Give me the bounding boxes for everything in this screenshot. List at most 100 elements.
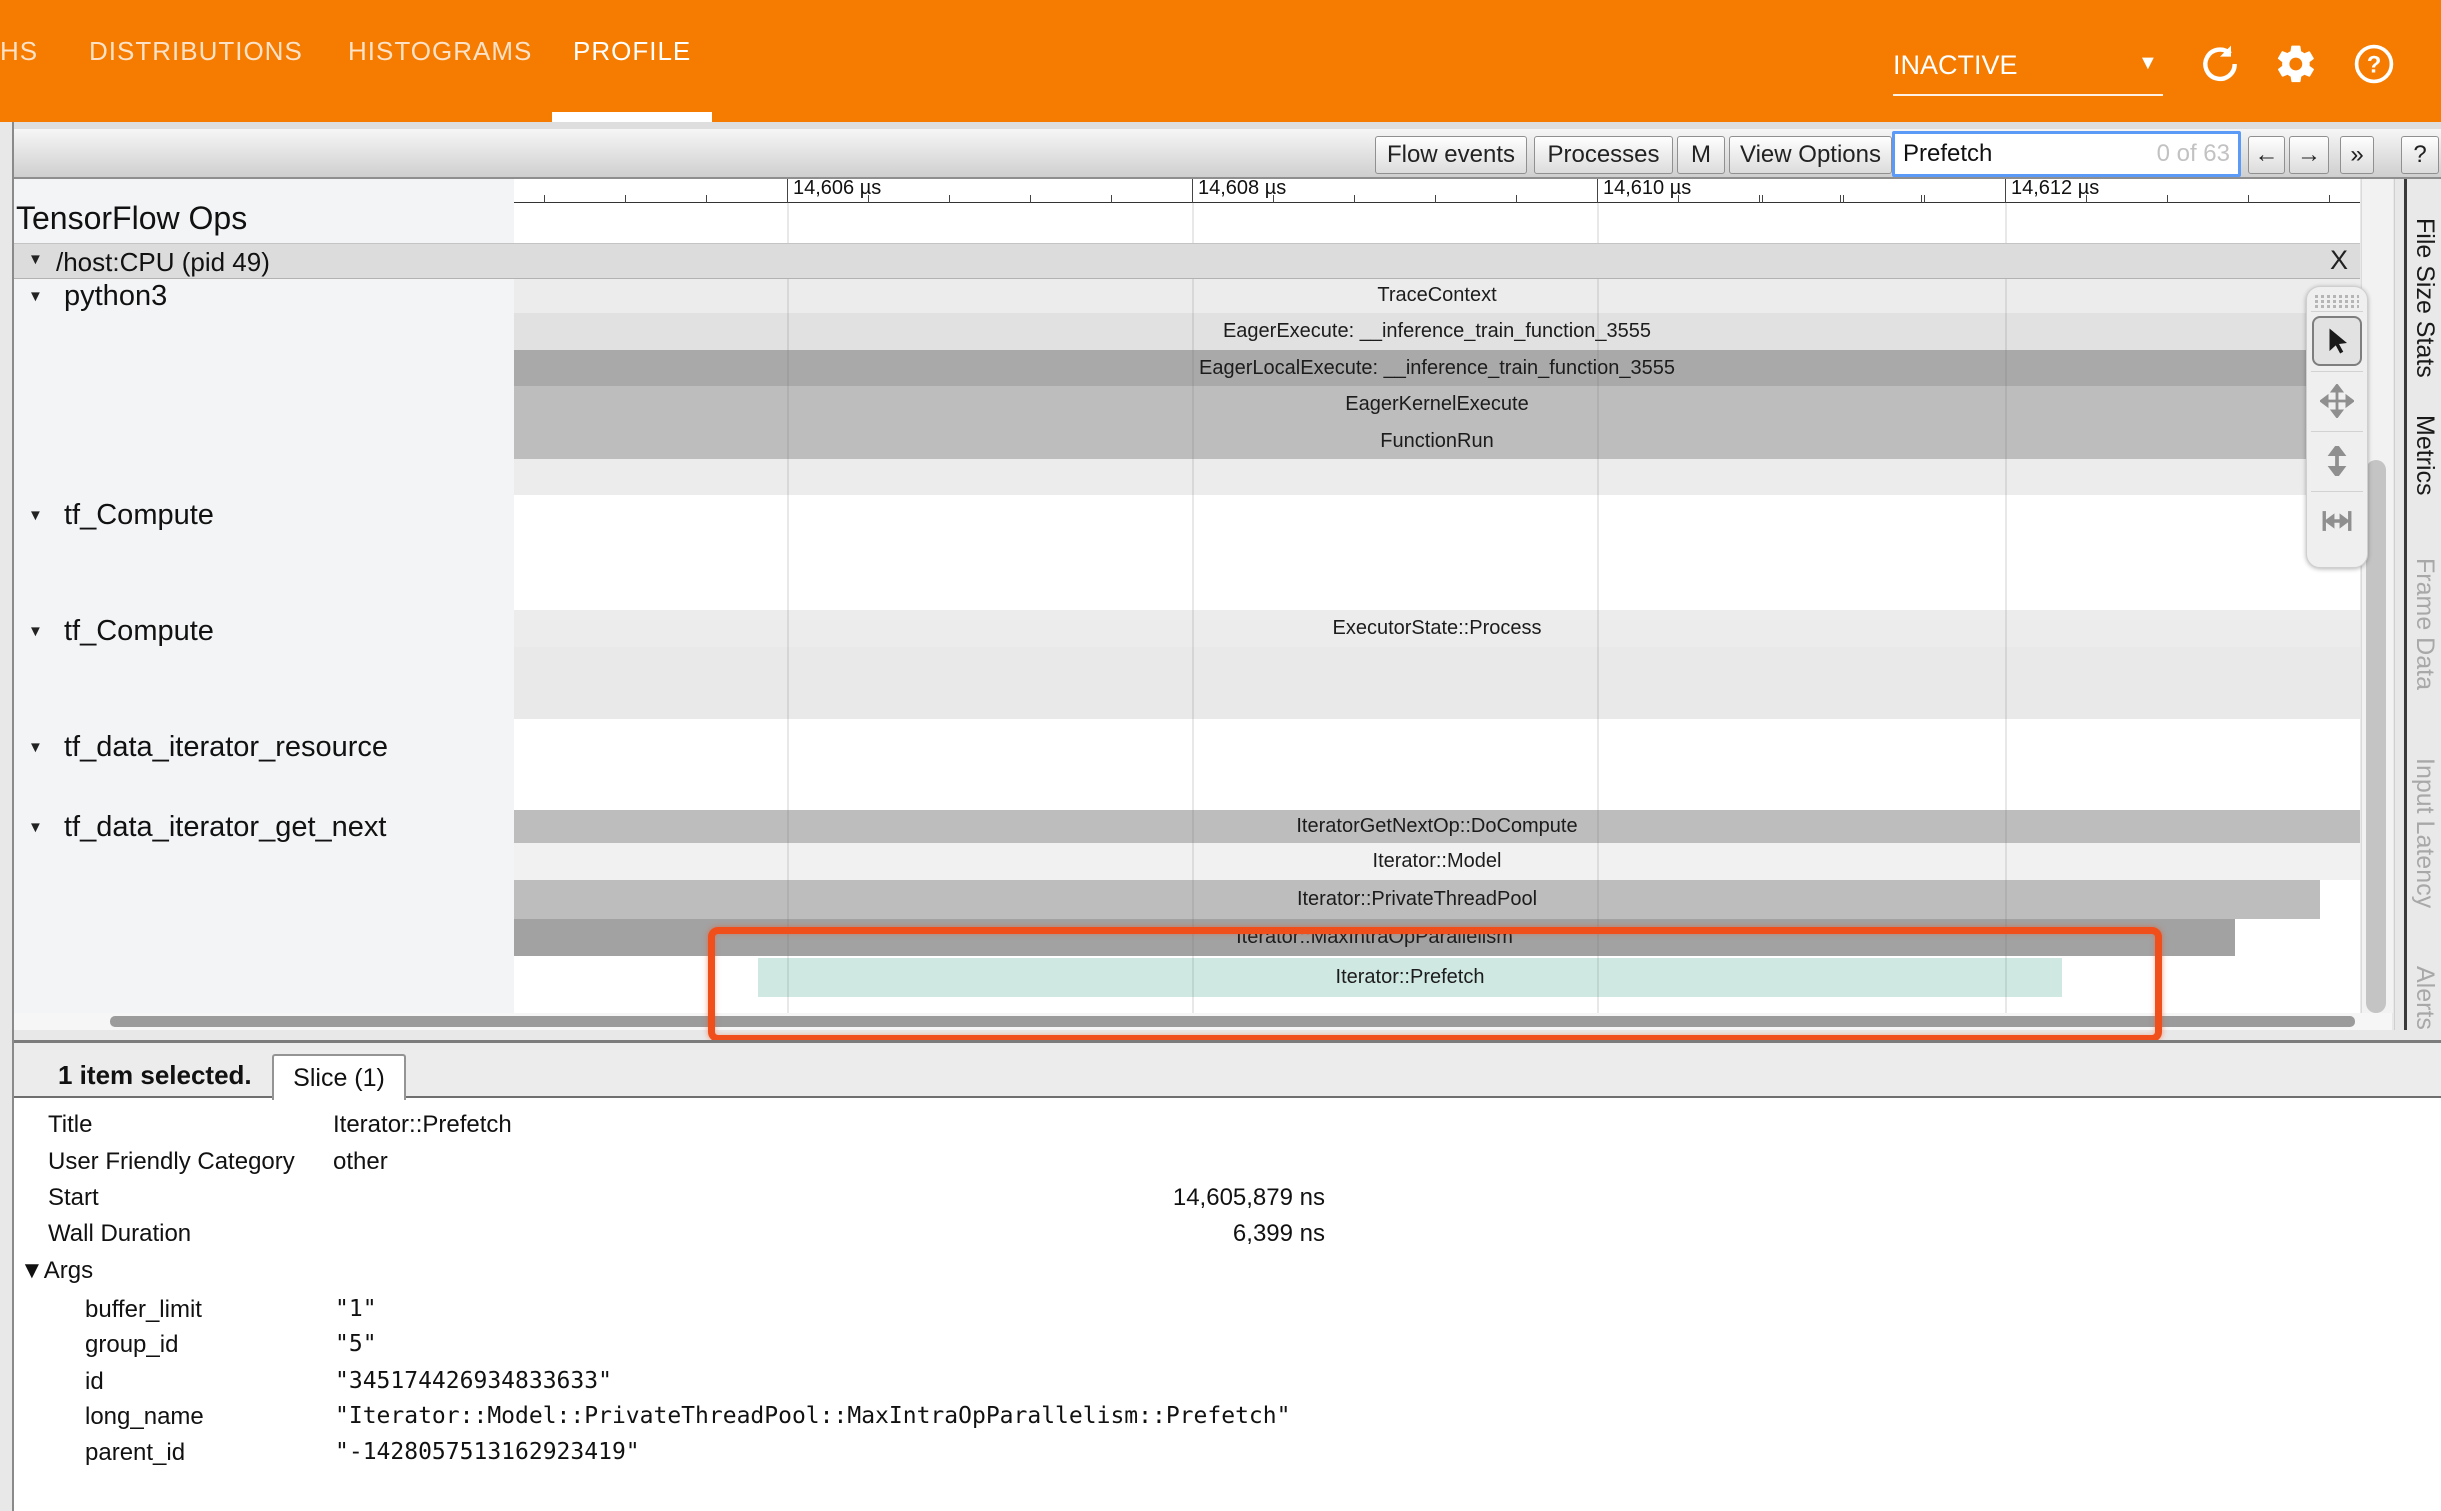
tab-histograms[interactable]: HISTOGRAMS: [348, 36, 532, 67]
ruler-tick-minor: [1435, 195, 1436, 203]
toolbar-button-[interactable]: ?: [2401, 136, 2439, 174]
ruler-tick-minor: [1759, 195, 1760, 203]
sidebar-tab-frame-data[interactable]: Frame Data: [2410, 558, 2439, 690]
ruler-tick-minor: [1843, 195, 1844, 203]
trace-event-Iterator::PrivateThreadPool[interactable]: Iterator::PrivateThreadPool: [514, 880, 2320, 919]
card-border: [12, 122, 14, 1511]
run-selector-underline: [1893, 94, 2163, 96]
tab-distributions[interactable]: DISTRIBUTIONS: [89, 36, 303, 67]
timing-tool-button[interactable]: [2309, 493, 2365, 549]
trace-event-EagerExecute: __inference_train_function_3555[interactable]: EagerExecute: __inference_train_function…: [514, 313, 2360, 350]
tab-slice[interactable]: Slice (1): [272, 1054, 406, 1100]
palette-drag-handle[interactable]: [2315, 295, 2359, 298]
arg-name-parent_id: parent_id: [85, 1439, 185, 1467]
ruler-baseline: [514, 202, 2360, 203]
pan-icon: [2320, 384, 2354, 418]
detail-label-wall-duration: Wall Duration: [48, 1220, 191, 1248]
toolbar-button-[interactable]: ←: [2248, 136, 2285, 174]
ruler-tick-minor: [1111, 195, 1112, 203]
thread-section-tf_data_iterator_get_next[interactable]: tf_data_iterator_get_next: [64, 811, 386, 844]
sidebar-tab-metrics[interactable]: Metrics: [2410, 415, 2439, 496]
search-input[interactable]: Prefetch: [1903, 140, 2157, 168]
collapse-caret-icon[interactable]: ▼: [28, 819, 43, 836]
trace-event-ExecutorState::Process[interactable]: ExecutorState::Process: [514, 610, 2360, 647]
arg-value-buffer_limit: "1": [335, 1296, 377, 1322]
zoom-tool-button[interactable]: [2309, 433, 2365, 489]
collapse-caret-icon[interactable]: ▼: [28, 623, 43, 640]
ruler-tick-minor: [1924, 195, 1925, 203]
trace-event-EagerKernelExecute[interactable]: EagerKernelExecute: [514, 386, 2360, 423]
palette-drag-handle[interactable]: [2315, 300, 2359, 303]
toolbar-button-m[interactable]: M: [1677, 136, 1725, 174]
toolbar-button-processes[interactable]: Processes: [1534, 136, 1673, 174]
chevron-down-icon[interactable]: ▼: [2138, 52, 2158, 75]
ruler-tick-major: [2005, 175, 2006, 203]
ruler-tick-major: [787, 175, 788, 203]
trace-event-TraceContext[interactable]: TraceContext: [514, 277, 2360, 313]
sidebar-tab-alerts[interactable]: Alerts: [2410, 966, 2439, 1030]
thread-section-tf_Compute[interactable]: tf_Compute: [64, 615, 214, 648]
ruler-tick-minor: [1762, 195, 1763, 203]
collapse-caret-icon[interactable]: ▼: [28, 507, 43, 524]
header-gap: [12, 122, 2441, 129]
toolbar-button-[interactable]: »: [2340, 136, 2374, 174]
ruler-tick-minor: [1840, 195, 1841, 203]
vertical-scrollbar-thumb[interactable]: [2366, 460, 2386, 1013]
trace-event-Iterator::Model[interactable]: Iterator::Model: [514, 843, 2360, 880]
gear-icon[interactable]: [2274, 42, 2318, 86]
select-tool-selected-state: [2312, 316, 2362, 366]
ruler-tick-minor: [1921, 195, 1922, 203]
tool-palette: [2306, 286, 2368, 568]
ruler-tick-minor: [1030, 195, 1031, 203]
thread-section-tf_data_iterator_resource[interactable]: tf_data_iterator_resource: [64, 731, 388, 764]
trace-event-IteratorGetNextOp::DoCompute[interactable]: IteratorGetNextOp::DoCompute: [514, 810, 2360, 843]
collapse-caret-icon[interactable]: ▼: [28, 288, 43, 305]
arg-value-group_id: "5": [335, 1331, 377, 1357]
thread-section-tf_Compute[interactable]: tf_Compute: [64, 499, 214, 532]
cursor-icon: [2322, 326, 2352, 356]
detail-label-start: Start: [48, 1184, 99, 1212]
search-box[interactable]: Prefetch 0 of 63: [1892, 131, 2241, 177]
divider: [2394, 175, 2395, 1030]
device-header-bar[interactable]: [14, 243, 2360, 279]
args-header[interactable]: ▼Args: [20, 1257, 93, 1285]
help-icon[interactable]: ?: [2352, 42, 2396, 86]
toolbar-button-flowevents[interactable]: Flow events: [1375, 136, 1527, 174]
thread-section-python3[interactable]: python3: [64, 280, 167, 313]
pan-tool-button[interactable]: [2309, 373, 2365, 429]
close-icon[interactable]: X: [2330, 245, 2348, 276]
collapse-caret-icon[interactable]: ▼: [28, 251, 43, 268]
trace-event-empty-row[interactable]: [514, 459, 2360, 495]
arg-name-id: id: [85, 1368, 104, 1396]
arg-value-parent_id: "-1428057513162923419": [335, 1439, 640, 1465]
timing-range-icon: [2320, 504, 2354, 538]
trace-event-FunctionRun[interactable]: FunctionRun: [514, 423, 2360, 459]
active-tab-underline: [552, 112, 712, 122]
svg-text:?: ?: [2367, 51, 2382, 78]
trace-event-EagerLocalExecute: __inference_train_function_3555[interactable]: EagerLocalExecute: __inference_train_fun…: [514, 350, 2360, 386]
divider: [2311, 431, 2363, 432]
ruler-tick-minor: [868, 195, 869, 203]
divider: [2311, 371, 2363, 372]
sidebar-tab-input-latency[interactable]: Input Latency: [2410, 758, 2439, 908]
collapse-caret-icon[interactable]: ▼: [28, 739, 43, 756]
detail-value: Iterator::Prefetch: [333, 1111, 512, 1139]
toolbar-button-viewoptions[interactable]: View Options: [1729, 136, 1892, 174]
arg-name-buffer_limit: buffer_limit: [85, 1296, 202, 1324]
detail-value: 6,399 ns: [900, 1220, 1325, 1248]
tab-profile[interactable]: PROFILE: [573, 36, 691, 67]
sidebar-tab-file-size-stats[interactable]: File Size Stats: [2410, 218, 2439, 378]
run-selector[interactable]: INACTIVE: [1893, 50, 2163, 81]
ruler-tick-major: [1597, 175, 1598, 203]
ruler-tick-minor: [2248, 195, 2249, 203]
refresh-icon[interactable]: [2198, 42, 2242, 86]
select-tool-button[interactable]: [2309, 313, 2365, 369]
palette-drag-handle[interactable]: [2315, 305, 2359, 308]
trace-event-empty-row[interactable]: [514, 647, 2360, 719]
tensorflow-ops-label: TensorFlow Ops: [16, 200, 247, 237]
ruler-tick-minor: [544, 195, 545, 203]
toolbar-button-[interactable]: →: [2289, 136, 2329, 174]
ruler-tick-minor: [1273, 195, 1274, 203]
divider: [2311, 311, 2363, 312]
tab-hs[interactable]: HS: [0, 36, 38, 67]
